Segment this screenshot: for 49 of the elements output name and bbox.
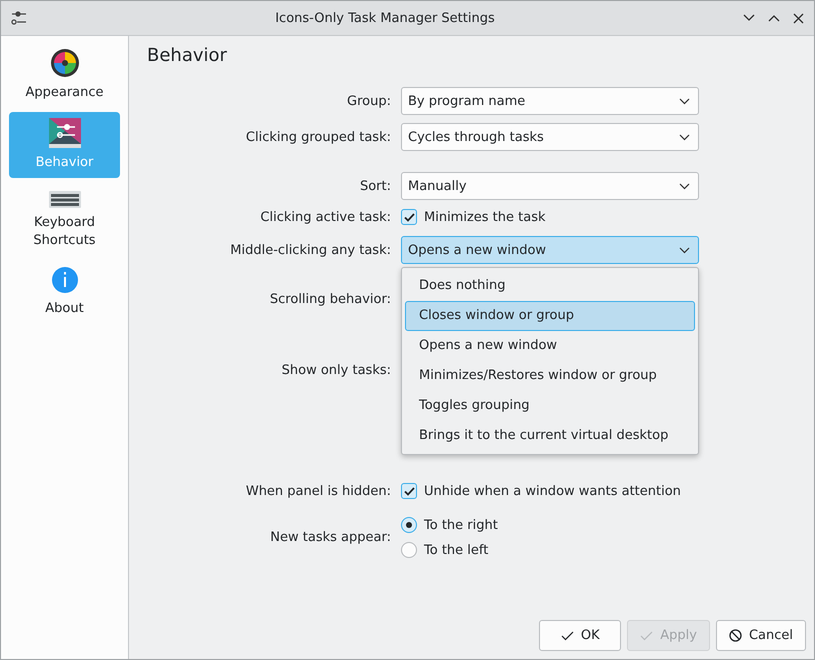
radio-button[interactable]	[401, 542, 417, 558]
dropdown[interactable]: Cycles through tasks	[401, 123, 699, 151]
radio-button[interactable]	[401, 517, 417, 533]
menu-item[interactable]: Does nothing	[405, 271, 695, 301]
menu-item[interactable]: Brings it to the current virtual desktop	[405, 421, 695, 451]
field-label: Show only tasks:	[280, 362, 392, 378]
info-icon	[50, 266, 78, 294]
field-label: Sort:	[358, 178, 392, 194]
settings-icon[interactable]	[11, 10, 27, 26]
field-label: When panel is hidden:	[244, 484, 392, 498]
radio-label: To the right	[424, 518, 498, 532]
dialog-button[interactable]: OK	[539, 620, 622, 651]
sidebar-item[interactable]: Appearance	[9, 42, 120, 108]
field-label: Group:	[346, 94, 392, 108]
field-label: Scrolling behavior:	[268, 292, 392, 306]
field-label: New tasks appear:	[269, 530, 392, 545]
checkbox[interactable]	[401, 483, 417, 499]
keyboard-icon	[48, 188, 80, 208]
minimize-icon[interactable]	[743, 14, 755, 22]
radio-label: To the left	[424, 542, 488, 558]
chevron-icon	[679, 134, 690, 140]
cancel-icon	[728, 629, 742, 642]
dialog-button[interactable]: Cancel	[716, 620, 806, 651]
field-label: Clicking grouped task:	[244, 130, 392, 144]
sliders-icon	[48, 118, 80, 148]
sidebar-item[interactable]: Keyboard Shortcuts	[9, 182, 120, 256]
sidebar-item[interactable]: About	[9, 260, 120, 324]
checkmark-icon	[560, 630, 574, 640]
chevron-icon	[679, 246, 690, 254]
maximize-icon[interactable]	[768, 14, 780, 22]
close-icon[interactable]	[793, 12, 804, 24]
menu-item[interactable]: Opens a new window	[405, 331, 695, 361]
window-title: Icons-Only Task Manager Settings	[274, 10, 496, 26]
dropdown[interactable]: Opens a new window	[401, 236, 699, 264]
color-wheel-icon	[50, 48, 80, 78]
menu-item[interactable]: Minimizes/Restores window or group	[405, 361, 695, 391]
menu-item[interactable]: Closes window or group	[405, 301, 695, 331]
checkmark-icon	[640, 630, 654, 640]
checkbox-label: Minimizes the task	[424, 210, 546, 224]
menu-item[interactable]: Toggles grouping	[405, 391, 695, 421]
dropdown[interactable]: By program name	[401, 87, 699, 115]
chevron-icon	[679, 182, 690, 190]
chevron-icon	[679, 98, 690, 104]
field-label: Clicking active task:	[259, 210, 392, 224]
dropdown[interactable]: Manually	[401, 172, 699, 200]
page-heading: Behavior	[146, 44, 228, 68]
checkbox-label: Unhide when a window wants attention	[424, 484, 681, 498]
field-label: Middle-clicking any task:	[229, 242, 392, 258]
checkbox[interactable]	[401, 209, 417, 225]
